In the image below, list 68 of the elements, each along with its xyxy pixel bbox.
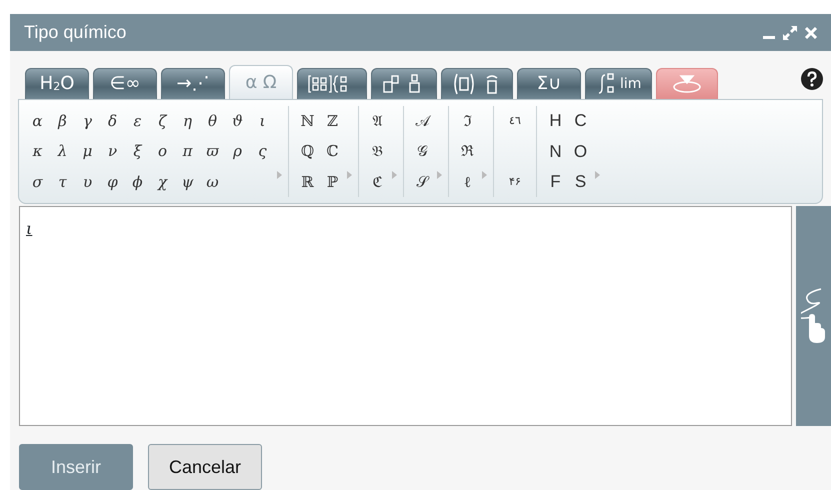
symbol-key[interactable]: ℕ bbox=[295, 106, 320, 136]
symbol-key[interactable]: δ bbox=[100, 106, 125, 136]
symbol-key[interactable]: σ bbox=[25, 167, 50, 197]
symbol-key[interactable]: ℜ bbox=[455, 136, 480, 166]
symbol-key[interactable]: τ bbox=[50, 167, 75, 197]
symbol-key[interactable]: ϖ bbox=[200, 136, 225, 166]
symbol-key[interactable]: α bbox=[25, 106, 50, 136]
symbol-key[interactable]: μ bbox=[75, 136, 100, 166]
symbol-key[interactable]: N bbox=[543, 136, 568, 166]
symbol-key[interactable]: C bbox=[568, 106, 593, 136]
symbol-key[interactable]: ζ bbox=[150, 106, 175, 136]
symbol-key[interactable]: φ bbox=[100, 167, 125, 197]
handwriting-icon bbox=[800, 287, 826, 345]
editor-text: ι bbox=[26, 219, 32, 238]
tab[interactable]: lim bbox=[585, 68, 652, 99]
symbol-key[interactable]: ι bbox=[250, 106, 275, 136]
tab[interactable]: Σ∪ bbox=[517, 68, 581, 99]
symbol-key[interactable]: ℙ bbox=[320, 167, 345, 197]
cancel-button[interactable]: Cancelar bbox=[148, 444, 262, 490]
symbol-key[interactable]: ℤ bbox=[320, 106, 345, 136]
symbol-key[interactable]: ℓ bbox=[455, 167, 480, 197]
symbol-key[interactable]: 𝔄 bbox=[365, 106, 390, 136]
symbol-key[interactable]: ω bbox=[200, 167, 225, 197]
symbol-key[interactable]: χ bbox=[150, 167, 175, 197]
tab[interactable]: →⋰ bbox=[161, 68, 225, 99]
symbol-key[interactable]: ν bbox=[100, 136, 125, 166]
tab[interactable] bbox=[371, 68, 437, 99]
symbol-key[interactable]: γ bbox=[75, 106, 100, 136]
symbol-key[interactable]: 𝒜 bbox=[410, 106, 435, 136]
tab[interactable] bbox=[297, 68, 367, 99]
symbol-key[interactable]: ۴۶ bbox=[500, 167, 530, 197]
symbol-key[interactable]: ξ bbox=[125, 136, 150, 166]
symbol-key[interactable]: ψ bbox=[175, 167, 200, 197]
symbol-key[interactable]: υ bbox=[75, 167, 100, 197]
symbol-key[interactable]: S bbox=[568, 167, 593, 197]
handwriting-panel[interactable] bbox=[796, 206, 831, 426]
symbol-key[interactable]: ℑ bbox=[455, 106, 480, 136]
symbol-key[interactable]: ρ bbox=[225, 136, 250, 166]
expand-icon[interactable] bbox=[783, 26, 797, 40]
symbol-key[interactable]: 𝒮 bbox=[410, 167, 435, 197]
symbol-key[interactable]: ο bbox=[150, 136, 175, 166]
symbol-key[interactable]: θ bbox=[200, 106, 225, 136]
symbol-key[interactable]: ٤٦ bbox=[500, 106, 530, 136]
symbol-key[interactable]: ε bbox=[125, 106, 150, 136]
symbol-key[interactable]: H bbox=[543, 106, 568, 136]
symbol-key[interactable]: ℂ bbox=[320, 136, 345, 166]
symbol-key[interactable]: F bbox=[543, 167, 568, 197]
symbol-key[interactable]: κ bbox=[25, 136, 50, 166]
window-title: Tipo químico bbox=[24, 21, 126, 44]
symbol-key[interactable]: ℝ bbox=[295, 167, 320, 197]
tab[interactable]: ∈∞ bbox=[93, 68, 157, 99]
symbol-key[interactable]: 𝒢 bbox=[410, 136, 435, 166]
symbol-key[interactable]: η bbox=[175, 106, 200, 136]
symbol-key[interactable]: π bbox=[175, 136, 200, 166]
editor-area[interactable]: ι bbox=[19, 206, 792, 426]
close-icon[interactable] bbox=[805, 26, 817, 40]
symbol-key[interactable]: ς bbox=[250, 136, 275, 166]
symbol-key[interactable]: β bbox=[50, 106, 75, 136]
symbol-key[interactable]: ℚ bbox=[295, 136, 320, 166]
symbol-key[interactable]: ϕ bbox=[125, 167, 150, 197]
symbol-key[interactable]: λ bbox=[50, 136, 75, 166]
tab[interactable] bbox=[441, 68, 513, 99]
tab[interactable] bbox=[656, 68, 718, 99]
help-icon[interactable] bbox=[801, 68, 823, 90]
symbol-key[interactable]: ℭ bbox=[365, 167, 390, 197]
symbol-key[interactable]: ϑ bbox=[225, 106, 250, 136]
symbol-key[interactable]: O bbox=[568, 136, 593, 166]
symbol-key[interactable]: 𝔅 bbox=[365, 136, 390, 166]
